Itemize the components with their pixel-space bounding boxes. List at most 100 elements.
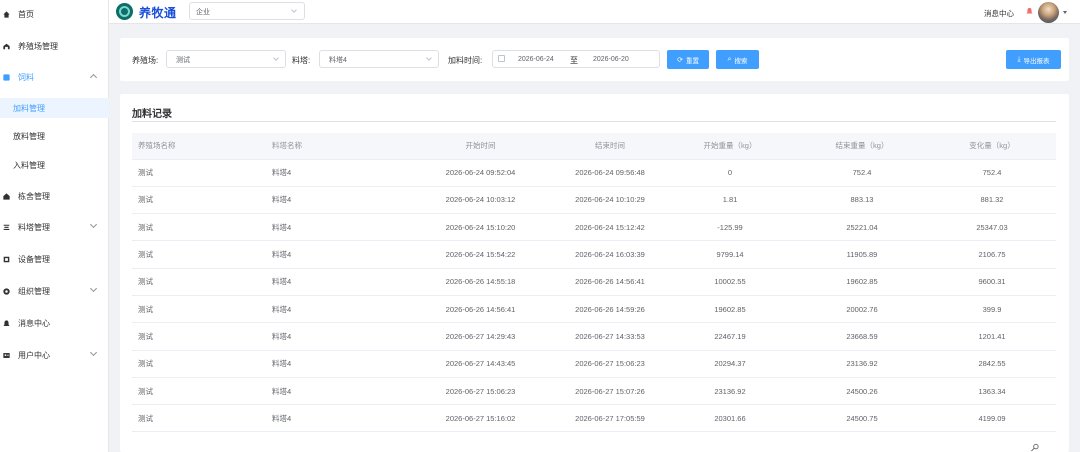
settings-corner-icon[interactable]: [1030, 443, 1040, 452]
table-cell: 20294.37: [664, 350, 796, 378]
sidebar-item-user[interactable]: 用户中心: [0, 344, 109, 366]
table-cell: 22467.19: [664, 322, 796, 351]
date-range-separator: 至: [570, 56, 578, 65]
table-cell: 测试: [132, 240, 266, 269]
export-report-button[interactable]: ⤓ 导出报表: [1006, 50, 1061, 69]
table-cell: 测试: [132, 404, 266, 433]
table-cell: 2026-06-27 15:06:23: [556, 350, 664, 378]
table-row[interactable]: 测试 料塔4 2026-06-24 10:03:12 2026-06-24 10:10…: [132, 186, 1056, 215]
table-cell: 2026-06-24 15:10:20: [405, 213, 556, 242]
table-header-row: 养殖场名称 料塔名称 开始时间 结束时间 开始重量（kg） 结束重量（kg） 变化量（kg）: [132, 133, 1056, 160]
table-row[interactable]: 测试 料塔4 2026-06-27 14:43:45 2026-06-27 15:06…: [132, 350, 1056, 378]
sidebar-subitem-label: 加料管理: [13, 103, 45, 113]
sidebar-subitem-input-feed[interactable]: 入料管理: [0, 155, 109, 175]
table-cell: 2026-06-24 10:03:12: [405, 186, 556, 215]
table-row[interactable]: 测试 料塔4 2026-06-27 14:29:43 2026-06-27 14:33…: [132, 322, 1056, 351]
reset-button-label: 重置: [685, 57, 699, 65]
sidebar-item-device[interactable]: 设备管理: [0, 248, 109, 270]
org-icon: [3, 287, 10, 295]
table-header-cell: 养殖场名称: [132, 133, 266, 160]
date-end-input[interactable]: 2026-06-20: [593, 56, 629, 63]
avatar[interactable]: [1038, 2, 1059, 23]
table-row[interactable]: 测试 料塔4 2026-06-24 09:52:04 2026-06-24 09:56…: [132, 159, 1056, 187]
top-header: 养牧通 企业 消息中心: [109, 0, 1080, 24]
chevron-down-icon: [89, 348, 98, 357]
table-cell: 料塔4: [266, 377, 405, 406]
chevron-down-icon: [89, 284, 98, 293]
table-row[interactable]: 测试 料塔4 2026-06-26 14:56:41 2026-06-26 14:59…: [132, 295, 1056, 324]
message-center-link[interactable]: 消息中心: [984, 8, 1014, 19]
table-cell: 1201.41: [928, 322, 1056, 351]
table-cell: 0: [664, 159, 796, 187]
sidebar-item-label: 用户中心: [18, 350, 50, 360]
divider: [132, 121, 1056, 122]
sidebar-item-feed[interactable]: 饲料: [0, 66, 109, 88]
table-cell: 测试: [132, 322, 266, 351]
table-cell: 399.9: [928, 295, 1056, 324]
table-cell: 测试: [132, 159, 266, 187]
table-cell: 2026-06-27 14:43:45: [405, 350, 556, 378]
filter-panel: 养殖场: 测试 料塔: 料塔4 加料时间: 2026-06-24 至 2026-…: [120, 38, 1069, 81]
table-cell: 24500.26: [796, 377, 928, 406]
table-cell: 752.4: [796, 159, 928, 187]
bell-icon: [1026, 7, 1033, 15]
table-cell: 11905.89: [796, 240, 928, 269]
tower-filter-label: 料塔:: [292, 56, 311, 65]
caret-down-icon[interactable]: [1063, 11, 1067, 14]
sidebar: 首页 养殖场管理 饲料 加料管理 放料管理 入料管理 栋舍管理 料塔管理 设备管…: [0, 0, 109, 452]
table-row[interactable]: 测试 料塔4 2026-06-27 15:16:02 2026-06-27 17:05…: [132, 404, 1056, 433]
search-button[interactable]: ⌕ 搜索: [716, 50, 759, 69]
home-icon: [3, 10, 10, 18]
table-cell: 1363.34: [928, 377, 1056, 406]
tower-select[interactable]: 料塔4: [319, 50, 439, 68]
table-cell: 1.81: [664, 186, 796, 215]
table-row[interactable]: 测试 料塔4 2026-06-24 15:54:22 2026-06-24 16:03…: [132, 240, 1056, 269]
tower-icon: [3, 224, 10, 231]
calendar-icon: [498, 55, 505, 62]
sidebar-item-messages[interactable]: 消息中心: [0, 312, 109, 334]
date-start-input[interactable]: 2026-06-24: [518, 56, 554, 63]
table-row[interactable]: 测试 料塔4 2026-06-26 14:55:18 2026-06-26 14:56…: [132, 268, 1056, 296]
company-select[interactable]: 企业: [189, 2, 305, 20]
table-header-cell: 变化量（kg）: [928, 133, 1056, 160]
sidebar-item-farm[interactable]: 养殖场管理: [0, 35, 109, 57]
records-card: 加料记录 养殖场名称 料塔名称 开始时间 结束时间 开始重量（kg） 结束重量（kg） 变化…: [120, 94, 1069, 452]
sidebar-subitem-add-feed[interactable]: 加料管理: [0, 98, 109, 118]
table-cell: 4199.09: [928, 404, 1056, 433]
table-cell: 料塔4: [266, 404, 405, 433]
table-cell: 2026-06-26 14:55:18: [405, 268, 556, 296]
export-button-label: 导出报表: [1023, 57, 1050, 65]
farm-select[interactable]: 测试: [166, 50, 286, 68]
table-cell: 测试: [132, 295, 266, 324]
table-row[interactable]: 测试 料塔4 2026-06-27 15:06:23 2026-06-27 15:07…: [132, 377, 1056, 406]
table-cell: -125.99: [664, 213, 796, 242]
records-table: 养殖场名称 料塔名称 开始时间 结束时间 开始重量（kg） 结束重量（kg） 变化量（kg）…: [132, 133, 1056, 433]
table-cell: 料塔4: [266, 350, 405, 378]
table-cell: 2026-06-27 15:16:02: [405, 404, 556, 433]
sidebar-item-label: 料塔管理: [18, 222, 50, 232]
table-header-cell: 开始重量（kg）: [664, 133, 796, 160]
table-cell: 2026-06-24 15:54:22: [405, 240, 556, 269]
sidebar-item-barn[interactable]: 栋舍管理: [0, 185, 109, 207]
table-cell: 料塔4: [266, 240, 405, 269]
farm-icon: [3, 43, 10, 50]
sidebar-item-org[interactable]: 组织管理: [0, 280, 109, 302]
sidebar-item-tower[interactable]: 料塔管理: [0, 216, 109, 238]
refresh-icon: ⟳: [677, 56, 683, 64]
sidebar-item-home[interactable]: 首页: [0, 3, 109, 25]
chevron-down-icon: [291, 7, 297, 13]
table-cell: 2106.75: [928, 240, 1056, 269]
sidebar-item-label: 栋舍管理: [18, 191, 50, 201]
table-row[interactable]: 测试 料塔4 2026-06-24 15:10:20 2026-06-24 15:12…: [132, 213, 1056, 242]
farm-filter-label: 养殖场:: [132, 56, 159, 65]
date-range-picker[interactable]: 2026-06-24 至 2026-06-20: [492, 50, 660, 68]
chevron-down-icon: [426, 55, 432, 61]
sidebar-subitem-release-feed[interactable]: 放料管理: [0, 126, 109, 146]
table-cell: 2026-06-26 14:56:41: [556, 268, 664, 296]
feed-icon: [3, 73, 10, 81]
table-cell: 24500.75: [796, 404, 928, 433]
table-cell: 10002.55: [664, 268, 796, 296]
reset-button[interactable]: ⟳ 重置: [667, 50, 709, 69]
table-cell: 2026-06-27 14:33:53: [556, 322, 664, 351]
table-cell: 2026-06-26 14:59:26: [556, 295, 664, 324]
